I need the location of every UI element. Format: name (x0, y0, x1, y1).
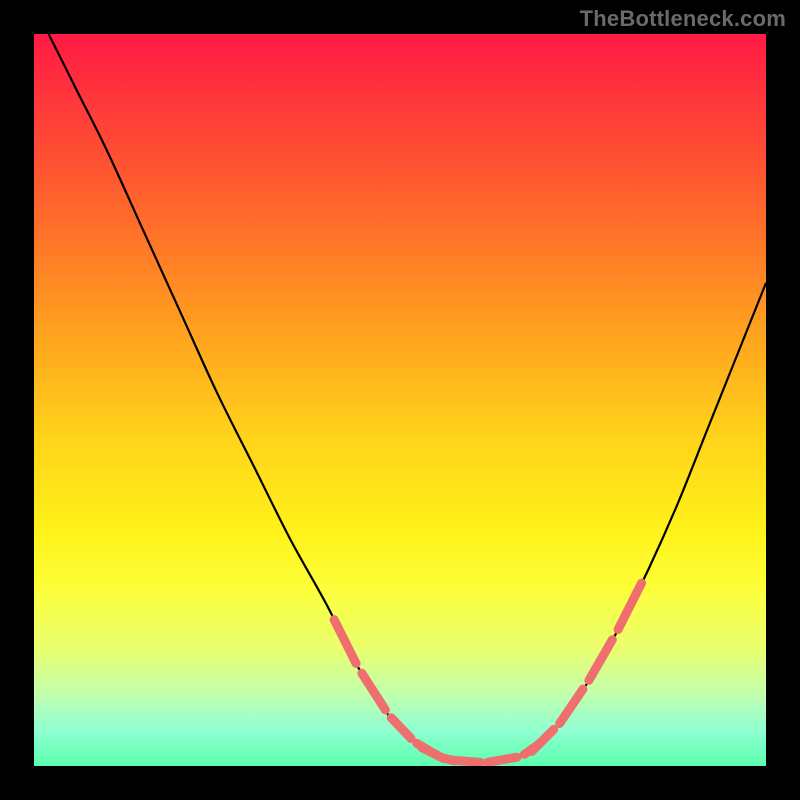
dashed-highlight (334, 583, 641, 762)
dash-segment (560, 689, 583, 723)
chart-stage: TheBottleneck.com (0, 0, 800, 800)
dash-segment (334, 620, 356, 664)
dash-segment (488, 757, 517, 762)
dash-segment (362, 673, 386, 710)
dash-segment (422, 748, 444, 759)
curve-layer (34, 34, 766, 766)
dash-segment (391, 718, 411, 739)
dash-segment (532, 729, 554, 751)
dash-segment (589, 640, 612, 681)
plot-area (34, 34, 766, 766)
dash-segment (451, 760, 480, 762)
bottleneck-curve (49, 34, 766, 762)
dash-segment (618, 583, 642, 630)
watermark-text: TheBottleneck.com (580, 6, 786, 32)
